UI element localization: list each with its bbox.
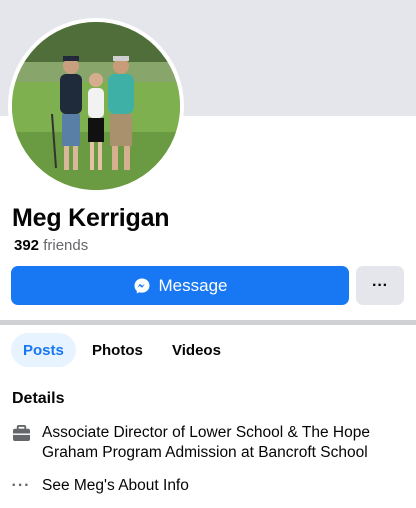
friends-count[interactable]: 392 friends <box>14 237 88 254</box>
message-button[interactable]: Message <box>11 266 349 305</box>
tab-videos[interactable]: Videos <box>172 333 221 367</box>
message-button-label: Message <box>158 275 228 295</box>
profile-photo-image <box>12 22 180 190</box>
messenger-icon <box>133 277 151 295</box>
details-heading: Details <box>12 390 65 407</box>
work-text: Associate Director of Lower School & The… <box>42 424 370 461</box>
detail-about-link[interactable]: ··· See Meg's About Info <box>10 476 406 496</box>
more-options-button[interactable]: ··· <box>356 266 404 305</box>
friends-label: friends <box>43 237 89 254</box>
more-dots-icon: ··· <box>11 477 31 494</box>
profile-tabs: Posts Photos Videos <box>0 333 416 367</box>
about-info-link[interactable]: See Meg's About Info <box>42 476 189 496</box>
section-divider <box>0 320 416 325</box>
profile-name: Meg Kerrigan <box>12 204 170 232</box>
tab-photos[interactable]: Photos <box>92 333 143 367</box>
detail-work: Associate Director of Lower School & The… <box>10 423 406 463</box>
friends-number: 392 <box>14 237 40 254</box>
profile-picture[interactable] <box>8 18 184 194</box>
tab-posts[interactable]: Posts <box>11 333 76 367</box>
briefcase-icon <box>10 423 32 463</box>
